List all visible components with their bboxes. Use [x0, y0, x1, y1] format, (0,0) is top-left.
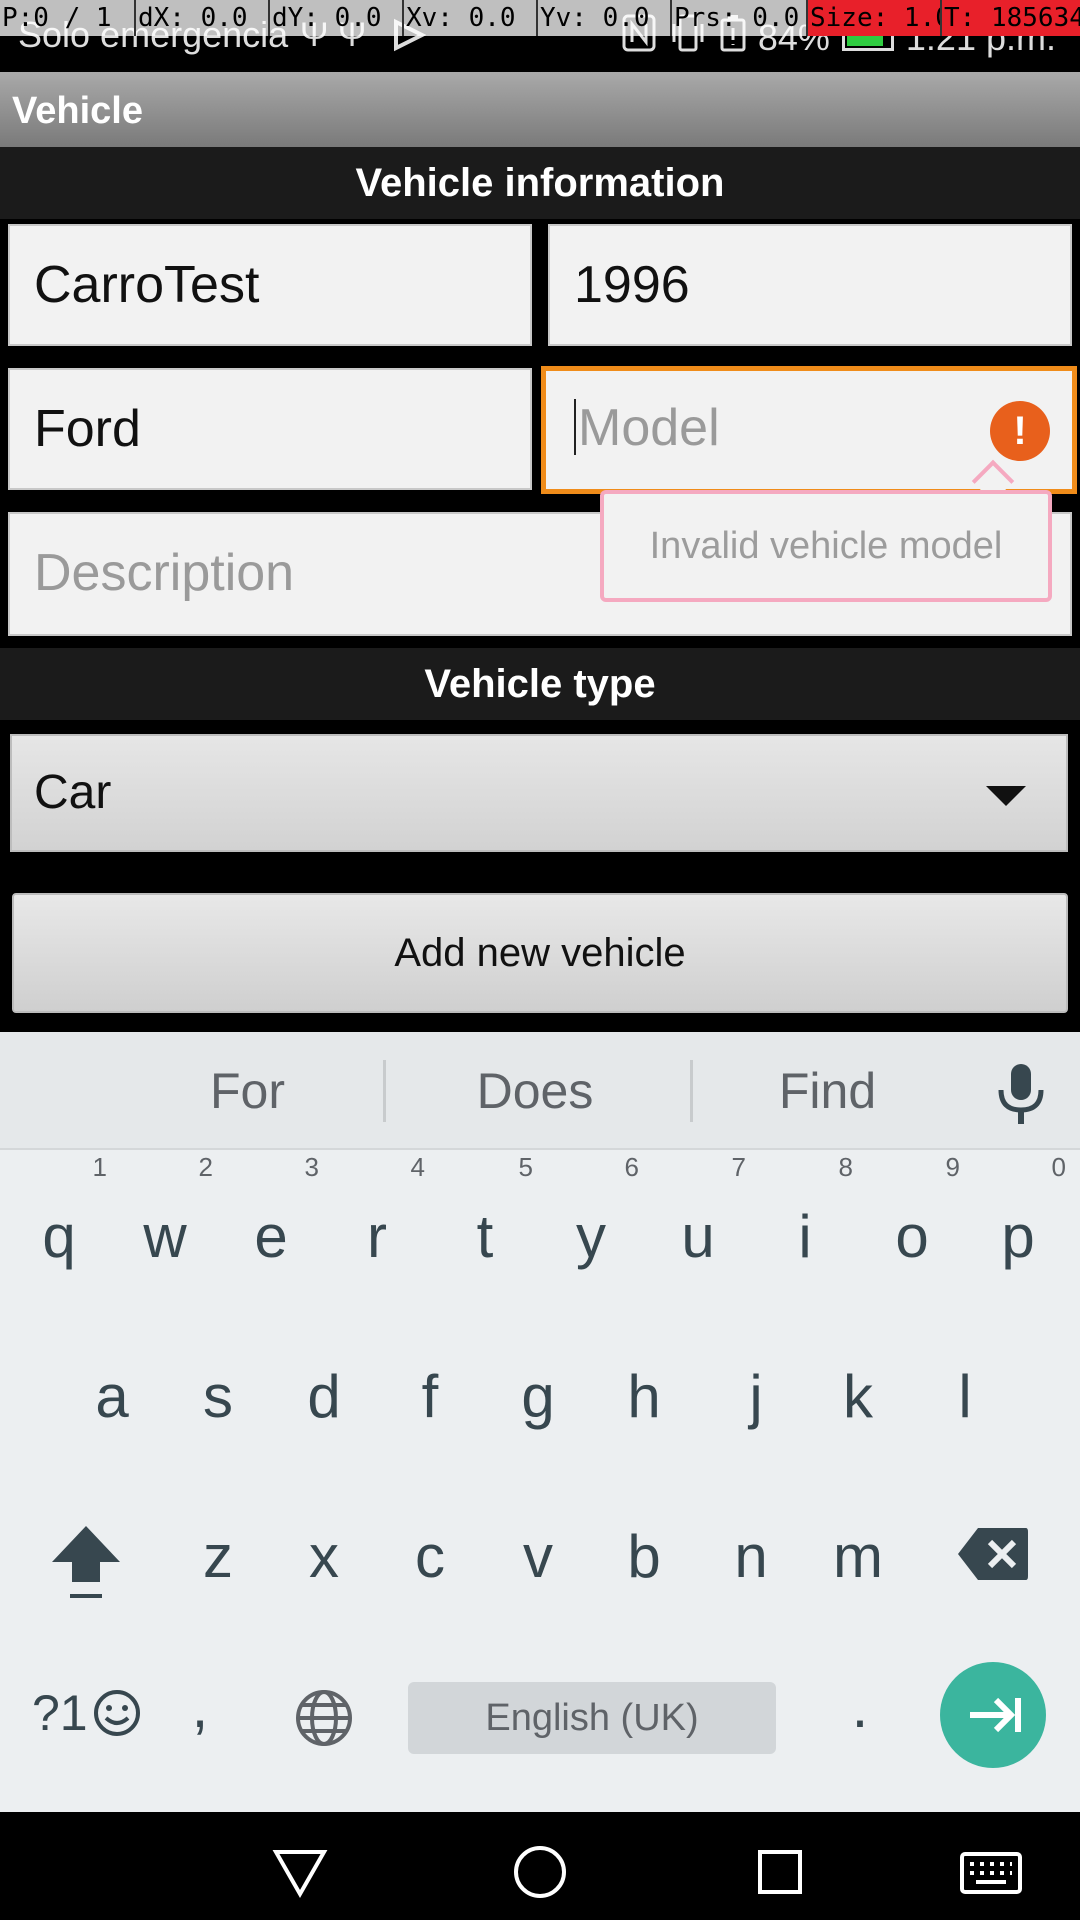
error-icon[interactable]: ! [990, 401, 1050, 461]
suggestion-3[interactable]: Find [720, 1032, 935, 1150]
language-key[interactable] [294, 1688, 354, 1753]
soft-keyboard: For Does Find q1 w2 e3 r4 t5 y6 u7 i8 o9… [0, 1032, 1080, 1812]
symbols-key[interactable]: ?1 [32, 1684, 142, 1742]
suggestion-divider [690, 1060, 693, 1122]
backspace-key[interactable] [956, 1526, 1030, 1582]
key-i[interactable]: i8 [765, 1152, 853, 1271]
key-h[interactable]: h [604, 1362, 684, 1431]
key-o[interactable]: o9 [872, 1152, 960, 1271]
debug-pressure: Prs: 0.0 [672, 0, 808, 36]
key-x[interactable]: x [284, 1522, 364, 1591]
suggestion-divider [383, 1060, 386, 1122]
navigation-bar [0, 1812, 1080, 1920]
vehicle-name-field[interactable]: CarroTest [8, 224, 532, 346]
shift-icon [52, 1526, 120, 1598]
shift-key[interactable] [48, 1522, 124, 1604]
key-p[interactable]: p0 [978, 1152, 1066, 1271]
backspace-icon [958, 1528, 1028, 1580]
vehicle-make-field[interactable]: Ford [8, 368, 532, 490]
text-cursor [574, 399, 576, 456]
action-bar: Vehicle [0, 72, 1080, 147]
next-arrow-icon [970, 1697, 1021, 1733]
key-c[interactable]: c [390, 1522, 470, 1591]
recents-icon[interactable] [750, 1842, 810, 1902]
debug-dy: dY: 0.0 [270, 0, 404, 36]
keyboard-switch-icon[interactable] [960, 1842, 1022, 1902]
emoji-icon [93, 1690, 140, 1736]
key-u[interactable]: u7 [658, 1152, 746, 1271]
model-placeholder: Model [578, 399, 720, 457]
page-title: Vehicle [12, 90, 143, 132]
debug-time: T: 185634 [942, 0, 1080, 36]
debug-yv: Yv: 0.0 [538, 0, 672, 36]
suggestion-strip: For Does Find [0, 1032, 1080, 1150]
debug-dx: dX: 0.0 [136, 0, 270, 36]
comma-key[interactable]: , [180, 1672, 220, 1741]
debug-xv: Xv: 0.0 [404, 0, 538, 36]
key-f[interactable]: f [390, 1362, 470, 1431]
key-j[interactable]: j [716, 1362, 796, 1431]
key-n[interactable]: n [711, 1522, 791, 1591]
vehicle-year-field[interactable]: 1996 [548, 224, 1072, 346]
key-t[interactable]: t5 [445, 1152, 533, 1271]
key-k[interactable]: k [818, 1362, 898, 1431]
key-r[interactable]: r4 [337, 1152, 425, 1271]
microphone-icon[interactable] [992, 1062, 1050, 1126]
pointer-location-overlay: P:0 / 1 dX: 0.0 dY: 0.0 Xv: 0.0 Yv: 0.0 … [0, 0, 1080, 36]
back-icon[interactable] [270, 1842, 330, 1902]
section-header-vehicle-type: Vehicle type [0, 648, 1080, 720]
key-z[interactable]: z [178, 1522, 258, 1591]
key-w[interactable]: w2 [125, 1152, 213, 1271]
vehicle-type-dropdown[interactable]: Car [10, 734, 1068, 852]
key-m[interactable]: m [818, 1522, 898, 1591]
add-vehicle-button[interactable]: Add new vehicle [12, 893, 1068, 1013]
key-e[interactable]: e3 [231, 1152, 319, 1271]
key-d[interactable]: d [284, 1362, 364, 1431]
suggestion-1[interactable]: For [150, 1032, 345, 1150]
key-g[interactable]: g [498, 1362, 578, 1431]
debug-pointer-count: P:0 / 1 [0, 0, 136, 36]
home-icon[interactable] [510, 1842, 570, 1902]
space-bar[interactable]: English (UK) [408, 1682, 776, 1754]
error-tooltip: Invalid vehicle model [600, 490, 1052, 602]
globe-icon [296, 1690, 352, 1746]
debug-size: Size: 1.0 [808, 0, 942, 36]
next-key[interactable] [940, 1662, 1046, 1768]
key-l[interactable]: l [925, 1362, 1005, 1431]
section-header-vehicle-information: Vehicle information [0, 147, 1080, 219]
period-key[interactable]: . [840, 1672, 880, 1741]
key-a[interactable]: a [72, 1362, 152, 1431]
dropdown-arrow-icon [986, 786, 1026, 806]
key-v[interactable]: v [498, 1522, 578, 1591]
vehicle-type-selected: Car [34, 766, 112, 819]
key-y[interactable]: y6 [551, 1152, 639, 1271]
suggestion-2[interactable]: Does [415, 1032, 655, 1150]
key-b[interactable]: b [604, 1522, 684, 1591]
key-s[interactable]: s [178, 1362, 258, 1431]
key-q[interactable]: q1 [19, 1152, 107, 1271]
